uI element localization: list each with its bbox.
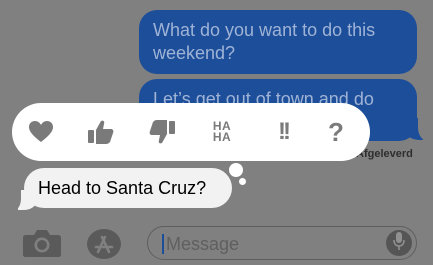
emphasis-reaction-button[interactable]: !! (263, 103, 303, 161)
message-placeholder: Message (166, 234, 240, 254)
question-reaction-button[interactable]: ? (316, 103, 356, 161)
message-input[interactable]: Message (147, 226, 417, 260)
tapback-pointer-dot (239, 178, 246, 185)
thumbs-up-icon (87, 119, 115, 145)
thumbs-down-reaction-button[interactable] (142, 103, 182, 161)
camera-icon (22, 230, 62, 262)
heart-reaction-button[interactable] (21, 103, 61, 161)
sent-message-bubble[interactable]: What do you want to do this weekend? (139, 10, 417, 74)
received-message-text: Head to Santa Cruz? (38, 178, 207, 198)
sent-message-text: What do you want to do this weekend? (153, 20, 376, 63)
camera-button[interactable] (22, 228, 62, 263)
exclamation-icon: !! (278, 118, 291, 145)
delivered-status: Afgeleverd (356, 148, 413, 160)
question-icon: ? (328, 116, 344, 147)
sent-bubble-tail-cut (418, 112, 433, 142)
tapback-pointer-dot (229, 163, 243, 177)
app-store-icon (86, 229, 122, 264)
thumbs-up-reaction-button[interactable] (81, 103, 121, 161)
haha-icon: HA HA (212, 119, 232, 144)
app-store-button[interactable] (86, 228, 122, 265)
haha-reaction-button[interactable]: HA HA (202, 103, 242, 161)
text-caret (162, 234, 164, 254)
received-message-bubble[interactable]: Head to Santa Cruz? (24, 168, 232, 208)
thumbs-down-icon (148, 119, 176, 145)
received-bubble-tail (18, 190, 38, 210)
heart-icon (28, 120, 54, 144)
microphone-icon (392, 231, 406, 256)
microphone-button[interactable] (386, 230, 412, 256)
